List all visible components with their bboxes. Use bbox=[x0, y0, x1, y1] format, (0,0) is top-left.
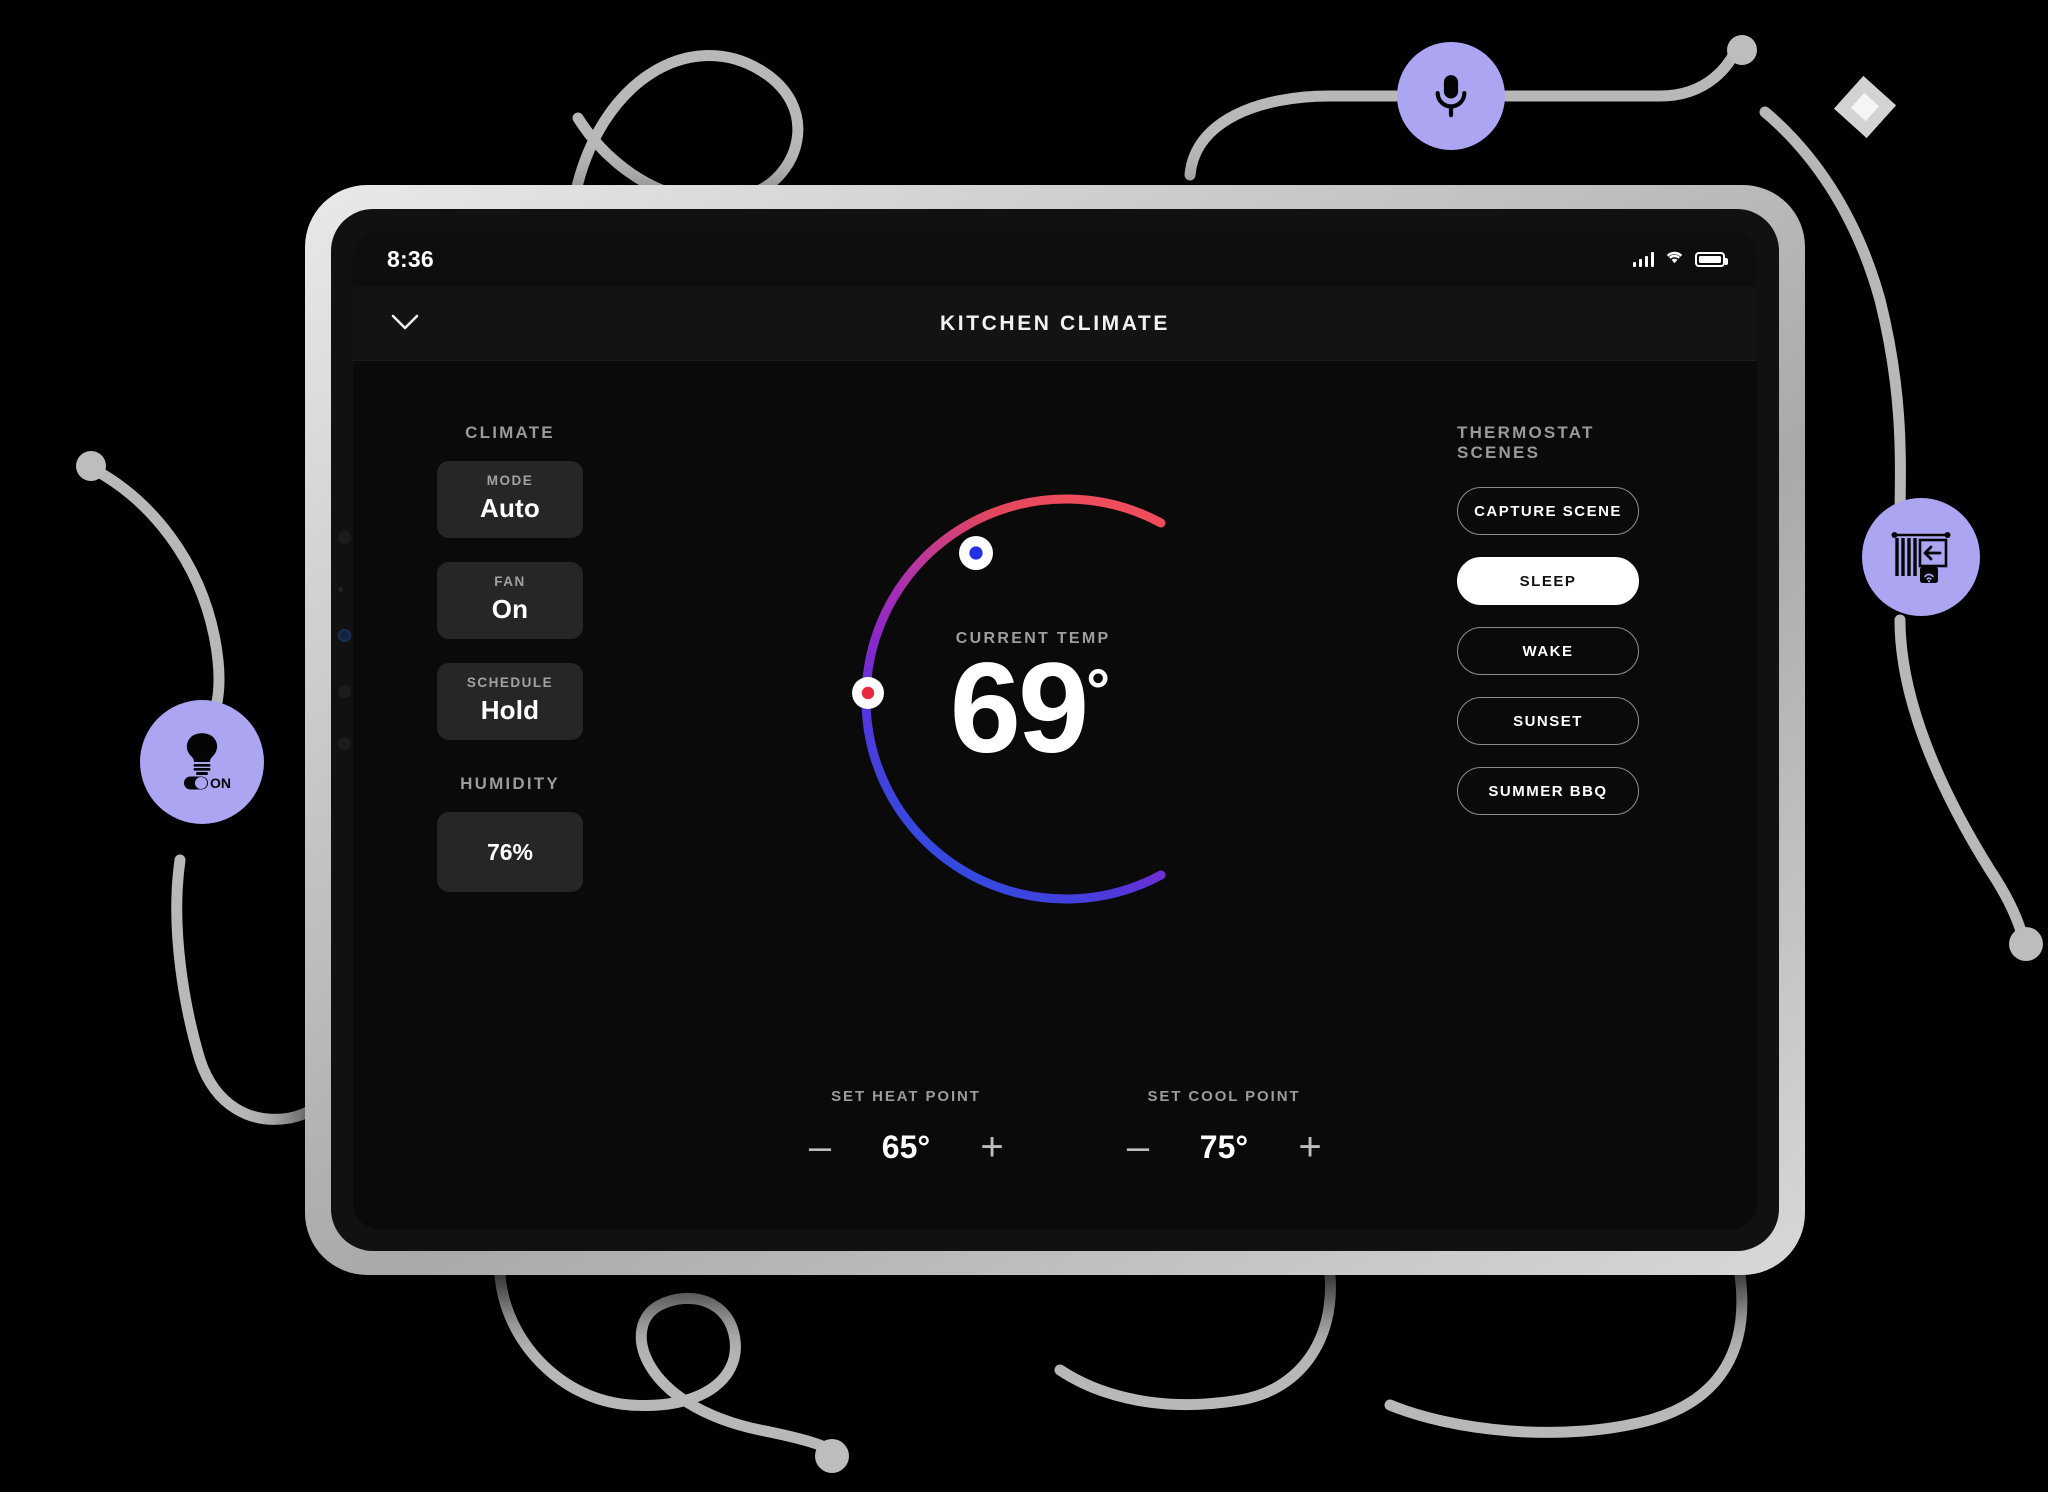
mode-label: MODE bbox=[486, 473, 534, 488]
cool-setpoint-label: SET COOL POINT bbox=[1147, 1088, 1301, 1105]
humidity-section-label: HUMIDITY bbox=[460, 774, 560, 793]
fan-label: FAN bbox=[494, 574, 526, 589]
cable-endpoint-node bbox=[76, 451, 106, 481]
cool-decrement-button[interactable]: – bbox=[1118, 1127, 1158, 1167]
heat-setpoint-value: 65° bbox=[881, 1128, 931, 1165]
page-title: KITCHEN CLIMATE bbox=[940, 311, 1170, 335]
collapse-button[interactable] bbox=[379, 298, 431, 350]
wifi-icon bbox=[1665, 249, 1684, 269]
setpoint-controls: SET HEAT POINT – 65° + SET COOL POINT – … bbox=[800, 1088, 1330, 1167]
scene-sleep[interactable]: SLEEP bbox=[1457, 557, 1639, 605]
svg-text:ON: ON bbox=[210, 775, 231, 791]
scene-summer-bbq[interactable]: SUMMER BBQ bbox=[1457, 767, 1639, 815]
schedule-control[interactable]: SCHEDULE Hold bbox=[437, 663, 583, 740]
climate-section-label: CLIMATE bbox=[465, 423, 555, 442]
camera-dot bbox=[338, 531, 351, 544]
status-icon-group bbox=[1632, 249, 1728, 269]
heat-handle[interactable] bbox=[852, 677, 884, 709]
current-temp-value: 69° bbox=[950, 645, 1270, 773]
battery-icon bbox=[1695, 251, 1728, 267]
thermostat-dial-panel: CURRENT TEMP 69° SET HEAT POINT – 65° + … bbox=[673, 361, 1457, 1229]
cool-setpoint: SET COOL POINT – 75° + bbox=[1118, 1088, 1330, 1167]
scene-capture-scene[interactable]: CAPTURE SCENE bbox=[1457, 487, 1639, 535]
fan-value: On bbox=[491, 594, 529, 624]
cable-endpoint-node bbox=[815, 1439, 849, 1473]
scene-wake[interactable]: WAKE bbox=[1457, 627, 1639, 675]
front-camera-lens bbox=[338, 629, 351, 642]
lightbulb-toggle-on-icon: ON bbox=[169, 731, 235, 793]
cable-square-node bbox=[1833, 75, 1897, 139]
app-title-bar: KITCHEN CLIMATE bbox=[353, 287, 1757, 361]
mode-control[interactable]: MODE Auto bbox=[437, 461, 583, 538]
heat-decrement-button[interactable]: – bbox=[800, 1127, 840, 1167]
heat-setpoint: SET HEAT POINT – 65° + bbox=[800, 1088, 1012, 1167]
smart-blinds-badge[interactable] bbox=[1862, 498, 1980, 616]
sensor-dot bbox=[338, 737, 351, 750]
schedule-label: SCHEDULE bbox=[466, 675, 554, 690]
schedule-value: Hold bbox=[480, 695, 540, 725]
motorized-blinds-icon bbox=[1888, 526, 1954, 588]
scenes-panel: THERMOSTAT SCENES CAPTURE SCENE SLEEP WA… bbox=[1457, 361, 1757, 1229]
tablet-device: 8:36 KITCHEN CLIMATE CLIMATE MODE Auto F… bbox=[305, 185, 1805, 1275]
page-root: ON 8:36 KITCHEN CLIMATE CLIMATE MODE Aut… bbox=[0, 0, 2048, 1492]
status-clock: 8:36 bbox=[387, 245, 434, 272]
cool-handle[interactable] bbox=[959, 536, 993, 570]
signal-bars-icon bbox=[1632, 251, 1654, 267]
tablet-bezel: 8:36 KITCHEN CLIMATE CLIMATE MODE Auto F… bbox=[331, 209, 1779, 1251]
cool-increment-button[interactable]: + bbox=[1290, 1127, 1330, 1167]
heat-setpoint-label: SET HEAT POINT bbox=[831, 1088, 981, 1105]
tablet-screen: 8:36 KITCHEN CLIMATE CLIMATE MODE Auto F… bbox=[353, 231, 1757, 1229]
cable-endpoint-node bbox=[2009, 927, 2043, 961]
heat-increment-button[interactable]: + bbox=[972, 1127, 1012, 1167]
climate-panel: CLIMATE MODE Auto FAN On SCHEDULE Hold H… bbox=[353, 361, 673, 1229]
current-temp-number: 69 bbox=[949, 637, 1089, 781]
cool-setpoint-value: 75° bbox=[1199, 1128, 1249, 1165]
sensor-dot bbox=[338, 587, 343, 592]
main-content: CLIMATE MODE Auto FAN On SCHEDULE Hold H… bbox=[353, 361, 1757, 1229]
humidity-value: 76% bbox=[486, 838, 534, 865]
microphone-badge[interactable] bbox=[1397, 42, 1505, 150]
temperature-dial[interactable]: CURRENT TEMP 69° bbox=[835, 469, 1295, 929]
scenes-section-label: THERMOSTAT SCENES bbox=[1457, 423, 1595, 462]
status-bar: 8:36 bbox=[353, 231, 1757, 287]
degree-symbol: ° bbox=[1086, 656, 1110, 724]
sensor-dot bbox=[338, 685, 351, 698]
smart-light-badge[interactable]: ON bbox=[140, 700, 264, 824]
current-temp-readout: CURRENT TEMP 69° bbox=[950, 630, 1270, 773]
scene-sunset[interactable]: SUNSET bbox=[1457, 697, 1639, 745]
microphone-icon bbox=[1426, 71, 1476, 121]
cable-endpoint-node bbox=[1727, 35, 1757, 65]
humidity-card: 76% bbox=[437, 812, 583, 892]
chevron-down-icon bbox=[391, 314, 419, 334]
fan-control[interactable]: FAN On bbox=[437, 562, 583, 639]
mode-value: Auto bbox=[480, 493, 540, 523]
